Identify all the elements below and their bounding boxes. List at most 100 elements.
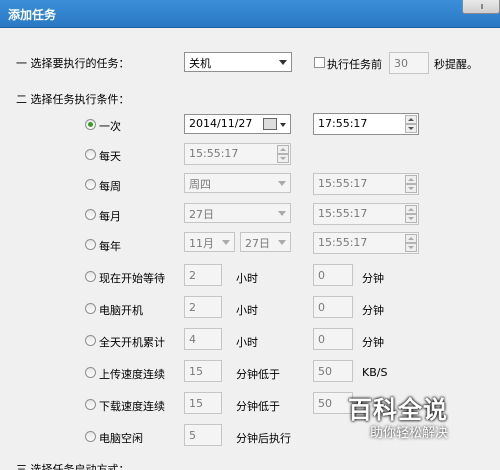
uptime-hours-field[interactable]: 4 xyxy=(184,328,222,350)
watermark-title: 百科全说 xyxy=(348,396,448,424)
spin-up-icon[interactable] xyxy=(405,115,417,124)
download-minutes-unit: 分钟低于 xyxy=(236,400,280,413)
upload-speed-value: 50 xyxy=(318,365,332,378)
task-section-label: 一 选择要执行的任务： xyxy=(16,57,130,70)
idle-minutes-unit: 分钟后执行 xyxy=(236,432,291,445)
radio-weekly[interactable] xyxy=(85,179,96,190)
radio-idle-label: 电脑空闲 xyxy=(99,432,143,445)
radio-once-label: 一次 xyxy=(99,120,121,133)
weekday-value: 周四 xyxy=(189,178,211,191)
year-day-value: 27日 xyxy=(245,237,270,250)
boot-minutes-value: 0 xyxy=(318,301,325,314)
uptime-minutes-field[interactable]: 0 xyxy=(313,328,353,350)
uptime-minutes-unit: 分钟 xyxy=(362,336,384,349)
watermark-subtitle: 助你轻松解决 xyxy=(370,426,449,441)
remind-seconds-value: 30 xyxy=(394,57,408,70)
boot-minutes-field[interactable]: 0 xyxy=(313,296,353,318)
task-dropdown-value: 关机 xyxy=(189,57,211,70)
spin-up-icon[interactable] xyxy=(405,234,417,243)
uptime-hours-value: 4 xyxy=(189,333,196,346)
upload-speed-field[interactable]: 50 xyxy=(313,360,353,382)
remind-checkbox[interactable] xyxy=(314,57,325,68)
radio-upload-speed[interactable] xyxy=(85,367,96,378)
spin-down-icon[interactable] xyxy=(405,214,417,223)
spin-up-icon[interactable] xyxy=(277,145,289,154)
download-speed-value: 50 xyxy=(318,397,332,410)
radio-after-boot-label: 电脑开机 xyxy=(99,304,143,317)
close-button[interactable] xyxy=(462,0,500,14)
daily-time-spinner[interactable]: 15:55:17 xyxy=(184,143,291,165)
weekly-time-value: 15:55:17 xyxy=(318,177,368,190)
radio-download-speed[interactable] xyxy=(85,399,96,410)
spin-down-icon[interactable] xyxy=(277,154,289,163)
remind-suffix: 秒提醒。 xyxy=(434,58,478,71)
radio-yearly-label: 每年 xyxy=(99,240,121,253)
yearly-time-spinner[interactable]: 15:55:17 xyxy=(313,232,419,254)
month-day-value: 27日 xyxy=(189,208,214,221)
condition-section-label: 二 选择任务执行条件： xyxy=(16,93,130,106)
wait-minutes-value: 0 xyxy=(318,269,325,282)
radio-after-boot[interactable] xyxy=(85,303,96,314)
idle-minutes-field[interactable]: 5 xyxy=(184,424,222,446)
radio-yearly[interactable] xyxy=(85,239,96,250)
boot-minutes-unit: 分钟 xyxy=(362,304,384,317)
upload-speed-unit: KB/S xyxy=(362,366,388,379)
wait-minutes-unit: 分钟 xyxy=(362,272,384,285)
start-section-label: 三 选择任务启动方式： xyxy=(16,463,130,470)
daily-time-value: 15:55:17 xyxy=(189,147,239,160)
radio-cumulative-uptime-label: 全天开机累计 xyxy=(99,336,165,349)
monthly-time-value: 15:55:17 xyxy=(318,207,368,220)
watermark-logo: 百科全说 助你轻松解决 xyxy=(340,390,465,445)
chevron-down-icon xyxy=(278,211,286,216)
radio-once[interactable] xyxy=(85,119,96,130)
radio-cumulative-uptime[interactable] xyxy=(85,335,96,346)
uptime-minutes-value: 0 xyxy=(318,333,325,346)
chevron-down-icon xyxy=(278,240,286,245)
spin-down-icon[interactable] xyxy=(405,184,417,193)
weekly-time-spinner[interactable]: 15:55:17 xyxy=(313,173,419,195)
radio-upload-speed-label: 上传速度连续 xyxy=(99,368,165,381)
once-date-picker[interactable]: 2014/11/27 xyxy=(184,114,291,134)
year-month-value: 11月 xyxy=(189,237,214,250)
once-time-spinner[interactable]: 17:55:17 xyxy=(313,113,419,135)
wait-hours-unit: 小时 xyxy=(236,272,258,285)
upload-minutes-unit: 分钟低于 xyxy=(236,368,280,381)
wait-minutes-field[interactable]: 0 xyxy=(313,264,353,286)
idle-minutes-value: 5 xyxy=(189,429,196,442)
upload-minutes-field[interactable]: 15 xyxy=(184,360,222,382)
boot-hours-field[interactable]: 2 xyxy=(184,296,222,318)
radio-weekly-label: 每周 xyxy=(99,180,121,193)
remind-seconds-field[interactable]: 30 xyxy=(389,52,429,74)
boot-hours-value: 2 xyxy=(189,301,196,314)
boot-hours-unit: 小时 xyxy=(236,304,258,317)
chevron-down-icon xyxy=(279,60,287,65)
weekday-dropdown[interactable]: 周四 xyxy=(184,173,291,193)
spin-down-icon[interactable] xyxy=(405,243,417,252)
year-day-dropdown[interactable]: 27日 xyxy=(240,232,291,252)
spin-down-icon[interactable] xyxy=(405,124,417,133)
uptime-hours-unit: 小时 xyxy=(236,336,258,349)
radio-wait-from-now[interactable] xyxy=(85,271,96,282)
upload-minutes-value: 15 xyxy=(189,365,203,378)
spin-up-icon[interactable] xyxy=(405,175,417,184)
monthly-time-spinner[interactable]: 15:55:17 xyxy=(313,203,419,225)
download-minutes-field[interactable]: 15 xyxy=(184,392,222,414)
title-bar: 添加任务 xyxy=(0,0,500,28)
month-day-dropdown[interactable]: 27日 xyxy=(184,203,291,223)
spin-up-icon[interactable] xyxy=(405,205,417,214)
radio-idle[interactable] xyxy=(85,431,96,442)
download-minutes-value: 15 xyxy=(189,397,203,410)
wait-hours-value: 2 xyxy=(189,269,196,282)
radio-monthly[interactable] xyxy=(85,209,96,220)
window-title: 添加任务 xyxy=(8,8,57,22)
chevron-down-icon xyxy=(278,181,286,186)
chevron-down-icon xyxy=(222,240,230,245)
radio-daily[interactable] xyxy=(85,149,96,160)
calendar-icon[interactable] xyxy=(263,118,286,130)
radio-daily-label: 每天 xyxy=(99,150,121,163)
year-month-dropdown[interactable]: 11月 xyxy=(184,232,235,252)
yearly-time-value: 15:55:17 xyxy=(318,236,368,249)
wait-hours-field[interactable]: 2 xyxy=(184,264,222,286)
task-dropdown[interactable]: 关机 xyxy=(184,52,292,72)
remind-checkbox-label: 执行任务前 xyxy=(327,58,382,71)
